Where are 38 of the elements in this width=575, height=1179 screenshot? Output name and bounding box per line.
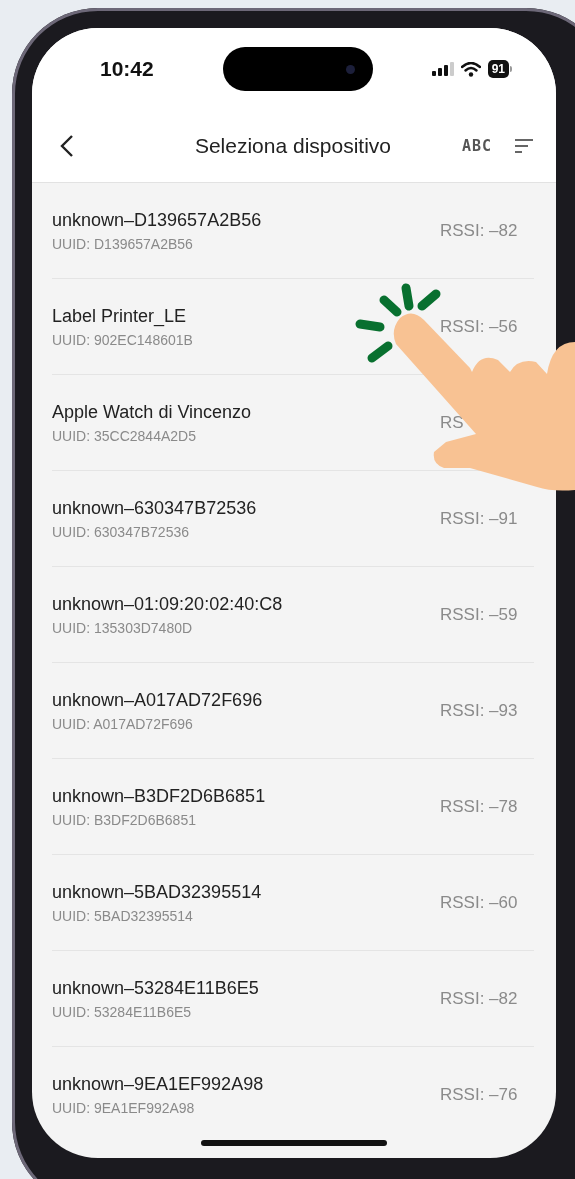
device-name: Label Printer_LE [52, 306, 188, 327]
device-name: Apple Watch di Vincenzo [52, 402, 253, 423]
device-uuid: UUID: 35CC2844A2D5 [52, 428, 197, 444]
device-rssi: RSSI: –59 [440, 605, 519, 625]
device-rssi: RSSI: –56 [440, 317, 519, 337]
page-title: Seleziona dispositivo [193, 134, 392, 158]
sort-button[interactable] [514, 139, 534, 153]
tap-burst-icon [355, 283, 441, 363]
device-name: unknown–D139657A2B56 [52, 210, 263, 231]
device-name: unknown–01:09:20:02:40:C8 [52, 594, 284, 615]
device-name: unknown–630347B72536 [52, 498, 258, 519]
device-uuid: UUID: 902EC148601B [52, 332, 194, 348]
device-rssi: RS [440, 413, 465, 433]
device-uuid: UUID: 5BAD32395514 [52, 908, 194, 924]
device-name: unknown–A017AD72F696 [52, 690, 264, 711]
device-name: unknown–5BAD32395514 [52, 882, 263, 903]
device-rssi: RSSI: –91 [440, 509, 519, 529]
device-rssi: RSSI: –82 [440, 989, 519, 1009]
device-uuid: UUID: D139657A2B56 [52, 236, 194, 252]
device-uuid: UUID: 9EA1EF992A98 [52, 1100, 196, 1116]
device-name: unknown–B3DF2D6B6851 [52, 786, 267, 807]
device-uuid: UUID: 53284E11B6E5 [52, 1004, 193, 1020]
device-rssi: RSSI: –78 [440, 797, 519, 817]
device-uuid: UUID: A017AD72F696 [52, 716, 194, 732]
device-rssi: RSSI: –60 [440, 893, 519, 913]
device-rssi: RSSI: –76 [440, 1085, 519, 1105]
device-uuid: UUID: 135303D7480D [52, 620, 194, 636]
device-name: unknown–53284E11B6E5 [52, 978, 260, 999]
wifi-icon [460, 61, 481, 77]
device-rssi: RSSI: –82 [440, 221, 519, 241]
device-rssi: RSSI: –93 [440, 701, 519, 721]
device-name: unknown–9EA1EF992A98 [52, 1074, 265, 1095]
alphabetical-sort-button[interactable]: ABC [461, 137, 492, 155]
device-uuid: UUID: 630347B72536 [52, 524, 190, 540]
battery-icon: 91 [487, 60, 512, 78]
device-uuid: UUID: B3DF2D6B6851 [52, 812, 197, 828]
status-time: 10:42 [100, 57, 154, 81]
signal-icon [431, 62, 454, 76]
